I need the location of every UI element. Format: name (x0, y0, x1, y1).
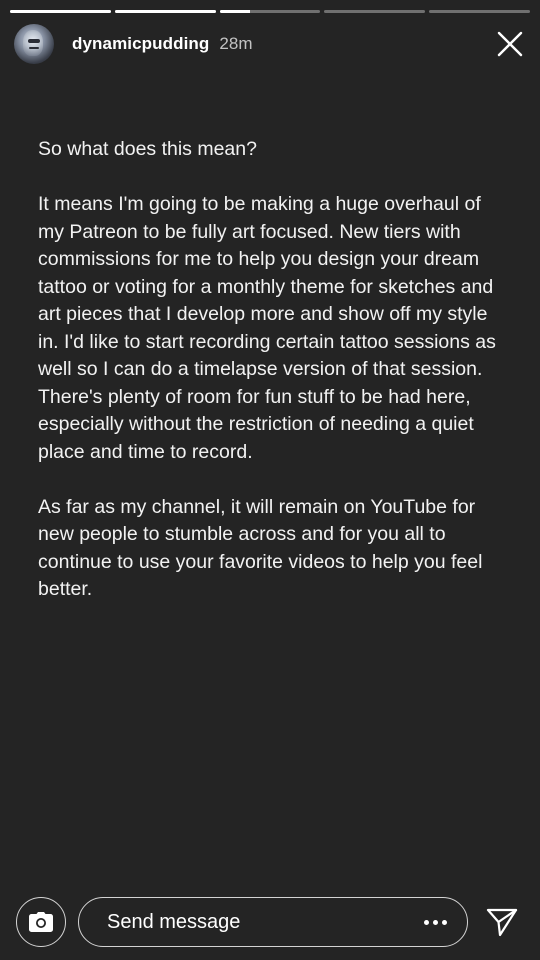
story-paragraph: So what does this mean? (38, 138, 257, 160)
more-options-icon (424, 919, 429, 925)
progress-fill (219, 10, 250, 13)
progress-fill (10, 10, 111, 13)
reply-bar: Send message (0, 896, 540, 950)
message-placeholder: Send message (107, 910, 241, 933)
send-message-input[interactable]: Send message (78, 897, 468, 947)
send-button[interactable] (482, 904, 522, 940)
progress-segment (219, 10, 321, 13)
close-button[interactable] (494, 28, 526, 60)
progress-segment (429, 10, 530, 13)
camera-icon (29, 912, 53, 932)
story-header: dynamicpudding 28m (14, 22, 526, 66)
progress-fill (114, 10, 216, 13)
progress-segment (324, 10, 426, 13)
story-paragraph: It means I'm going to be making a huge o… (38, 193, 496, 463)
more-options-button[interactable] (420, 916, 451, 929)
story-text: So what does this mean? It means I'm goi… (38, 136, 508, 631)
username[interactable]: dynamicpudding (72, 34, 209, 54)
progress-segment (114, 10, 216, 13)
camera-button[interactable] (16, 897, 66, 947)
story-paragraph: As far as my channel, it will remain on … (38, 495, 483, 601)
story-timestamp: 28m (219, 34, 253, 53)
more-options-icon (433, 919, 438, 925)
paper-plane-icon (486, 908, 518, 937)
progress-segment (10, 10, 111, 13)
story-progress-bar (10, 10, 530, 13)
more-options-icon (442, 919, 447, 925)
avatar[interactable] (14, 24, 54, 64)
close-icon (497, 31, 523, 57)
story-viewer: dynamicpudding 28m So what does this mea… (0, 0, 540, 960)
